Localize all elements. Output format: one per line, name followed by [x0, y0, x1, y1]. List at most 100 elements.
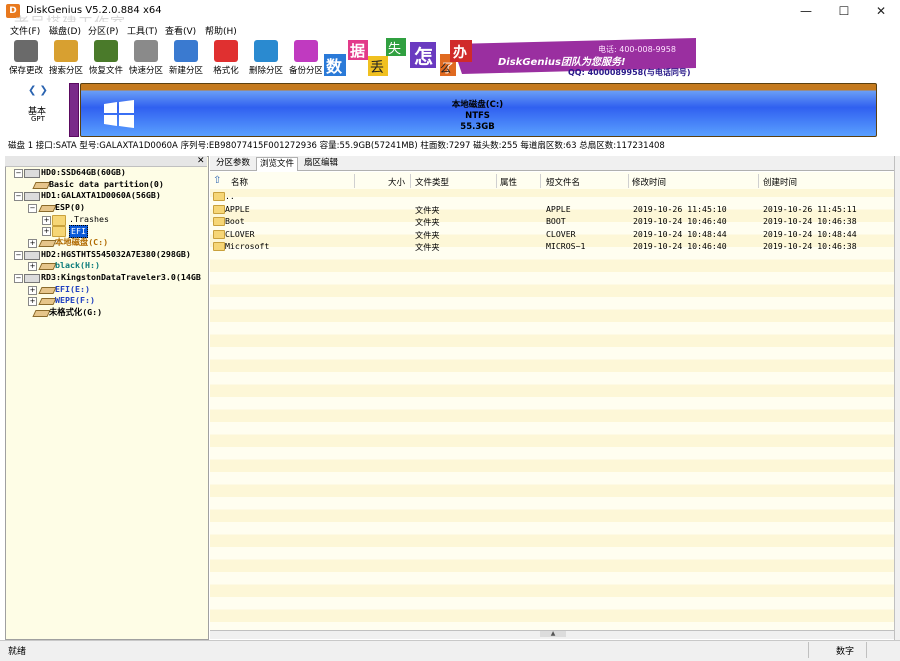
toolbar-label: 快速分区 — [128, 66, 163, 76]
menu-item[interactable]: 帮助(H) — [205, 24, 237, 37]
expand-toggle-icon[interactable]: + — [28, 262, 37, 272]
partition-icon — [32, 309, 51, 317]
tree-node[interactable]: + WEPE(F:) — [28, 295, 200, 307]
column-header[interactable]: 文件类型 — [415, 176, 449, 188]
tree-label: EFI(E:) — [55, 283, 90, 294]
toolbar-button-2[interactable]: 恢复文件 — [86, 38, 126, 78]
cell-type: 文件夹 — [415, 229, 440, 240]
disk-nav-arrows[interactable]: ❮ ❯ — [28, 85, 48, 96]
tree-node[interactable]: + 本地磁盘(C:) — [28, 237, 200, 248]
cell-modified: 2019-10-24 10:48:44 — [633, 228, 727, 239]
toolbar-button-4[interactable]: 新建分区 — [166, 38, 206, 78]
expand-toggle-icon[interactable]: − — [14, 250, 23, 260]
tree-panel-close-icon[interactable]: ✕ — [197, 156, 205, 166]
menu-item[interactable]: 工具(T) — [127, 24, 158, 37]
tree-node[interactable]: 未格式化(G:) — [28, 307, 200, 318]
tree-node[interactable]: − ESP(0) — [28, 202, 200, 213]
disk-icon — [24, 192, 40, 202]
cell-created: 2019-10-24 10:46:38 — [763, 216, 857, 226]
up-level-icon[interactable]: ⇧ — [213, 175, 221, 186]
close-button[interactable]: ✕ — [862, 0, 900, 22]
cell-created: 2019-10-24 10:48:44 — [763, 228, 857, 239]
window-title: DiskGenius V5.2.0.884 x64 — [26, 5, 162, 16]
cell-created: 2019-10-24 10:46:38 — [763, 241, 857, 251]
status-divider — [808, 642, 809, 658]
partition-icon — [38, 263, 57, 271]
column-divider — [410, 174, 411, 188]
column-header[interactable]: 名称 — [231, 176, 248, 188]
partition-icon — [38, 239, 57, 247]
advert-banner[interactable]: 数 据 丢 失 了 怎 么 办 DiskGenius团队为您服务! 电话: 40… — [322, 38, 696, 78]
tree-node[interactable]: Basic data partition(0) — [28, 179, 200, 190]
toolbar-button-3[interactable]: 快速分区 — [126, 38, 166, 78]
toolbar-button-5[interactable]: 格式化 — [206, 38, 246, 78]
toolbar-button-1[interactable]: 搜索分区 — [46, 38, 86, 78]
search-icon — [54, 40, 78, 62]
banner-char: 么 — [440, 62, 451, 75]
expand-toggle-icon[interactable]: + — [28, 297, 37, 307]
partition-icon — [32, 181, 51, 189]
tree-node[interactable]: + EFI(E:) — [28, 284, 200, 295]
format-icon — [214, 40, 238, 62]
column-header[interactable]: 修改时间 — [632, 176, 666, 188]
column-header[interactable]: 创建时间 — [763, 176, 797, 188]
cell-name: APPLE — [225, 203, 250, 214]
tree-node[interactable]: − RD3:KingstonDataTraveler3.0(14GB — [14, 271, 201, 283]
tree-label: RD3:KingstonDataTraveler3.0(14GB — [41, 271, 201, 282]
partition-name: 本地磁盘(C:) — [451, 100, 504, 110]
column-header[interactable]: 属性 — [500, 176, 517, 188]
menu-item[interactable]: 分区(P) — [88, 24, 118, 37]
delete-icon — [254, 40, 278, 62]
expand-toggle-icon[interactable]: − — [14, 273, 23, 283]
partition-icon — [38, 286, 57, 294]
partition-fs: NTFS — [465, 111, 490, 121]
toolbar-label: 格式化 — [213, 66, 239, 76]
banner-char: 办 — [453, 44, 467, 61]
toolbar-button-0[interactable]: 保存更改 — [6, 38, 46, 78]
expand-toggle-icon[interactable]: − — [14, 169, 23, 178]
tree-node[interactable]: − HD2:HGSTHTS545032A7E380(298GB) — [14, 249, 200, 260]
column-header[interactable]: 大小 — [388, 176, 405, 188]
tree-node[interactable]: + black(H:) — [28, 260, 200, 272]
toolbar-button-7[interactable]: 备份分区 — [286, 38, 326, 78]
cell-short: CLOVER — [546, 228, 576, 239]
tree-node[interactable]: − HD1:GALAXTA1D0060A(56GB) — [14, 190, 200, 202]
expand-toggle-icon[interactable]: + — [42, 227, 51, 237]
tree-node[interactable]: + .Trashes — [42, 214, 200, 226]
expand-toggle-icon[interactable]: + — [42, 215, 51, 225]
banner-phone: 电话: 400-008-9958 — [598, 44, 676, 54]
tab-1[interactable]: 浏览文件 — [256, 157, 299, 171]
status-numlock: 数字 — [836, 647, 855, 657]
banner-qq: QQ: 4000089958(与电话同号) — [568, 67, 691, 77]
tree-label: 未格式化(G:) — [49, 306, 103, 317]
folder-icon — [52, 226, 66, 238]
disk-icon — [24, 250, 40, 260]
maximize-button[interactable]: ☐ — [825, 0, 863, 22]
toolbar-button-6[interactable]: 删除分区 — [246, 38, 286, 78]
expand-toggle-icon[interactable]: + — [28, 238, 37, 248]
partition-bar-esp[interactable] — [69, 83, 79, 137]
tab-2[interactable]: 扇区编辑 — [301, 157, 341, 170]
expand-toggle-icon[interactable]: − — [28, 203, 37, 213]
column-header[interactable]: 短文件名 — [546, 176, 580, 188]
cell-name: Microsoft — [225, 241, 270, 251]
table-row[interactable] — [210, 190, 894, 202]
tree-node[interactable]: + EFI — [42, 225, 200, 239]
folder-icon — [213, 192, 225, 201]
menu-item[interactable]: 文件(F) — [10, 24, 40, 37]
expand-toggle-icon[interactable]: + — [28, 285, 37, 295]
minimize-button[interactable]: — — [787, 0, 825, 22]
menu-item[interactable]: 磁盘(D) — [49, 24, 81, 37]
scroll-grip-icon[interactable]: ▲ — [540, 631, 566, 637]
cell-type: 文件夹 — [415, 204, 440, 215]
quick-partition-icon — [134, 40, 158, 62]
menu-item[interactable]: 查看(V) — [165, 24, 196, 37]
tree-label: HD1:GALAXTA1D0060A(56GB) — [41, 190, 161, 201]
vertical-scrollbar[interactable] — [894, 156, 900, 650]
tab-0[interactable]: 分区参数 — [213, 157, 253, 170]
tree-panel-header — [5, 156, 207, 167]
expand-toggle-icon[interactable]: − — [14, 192, 23, 202]
new-partition-icon — [174, 40, 198, 62]
toolbar-label: 备份分区 — [288, 66, 323, 76]
tree-node[interactable]: − HD0:SSD64GB(60GB) — [14, 167, 200, 178]
